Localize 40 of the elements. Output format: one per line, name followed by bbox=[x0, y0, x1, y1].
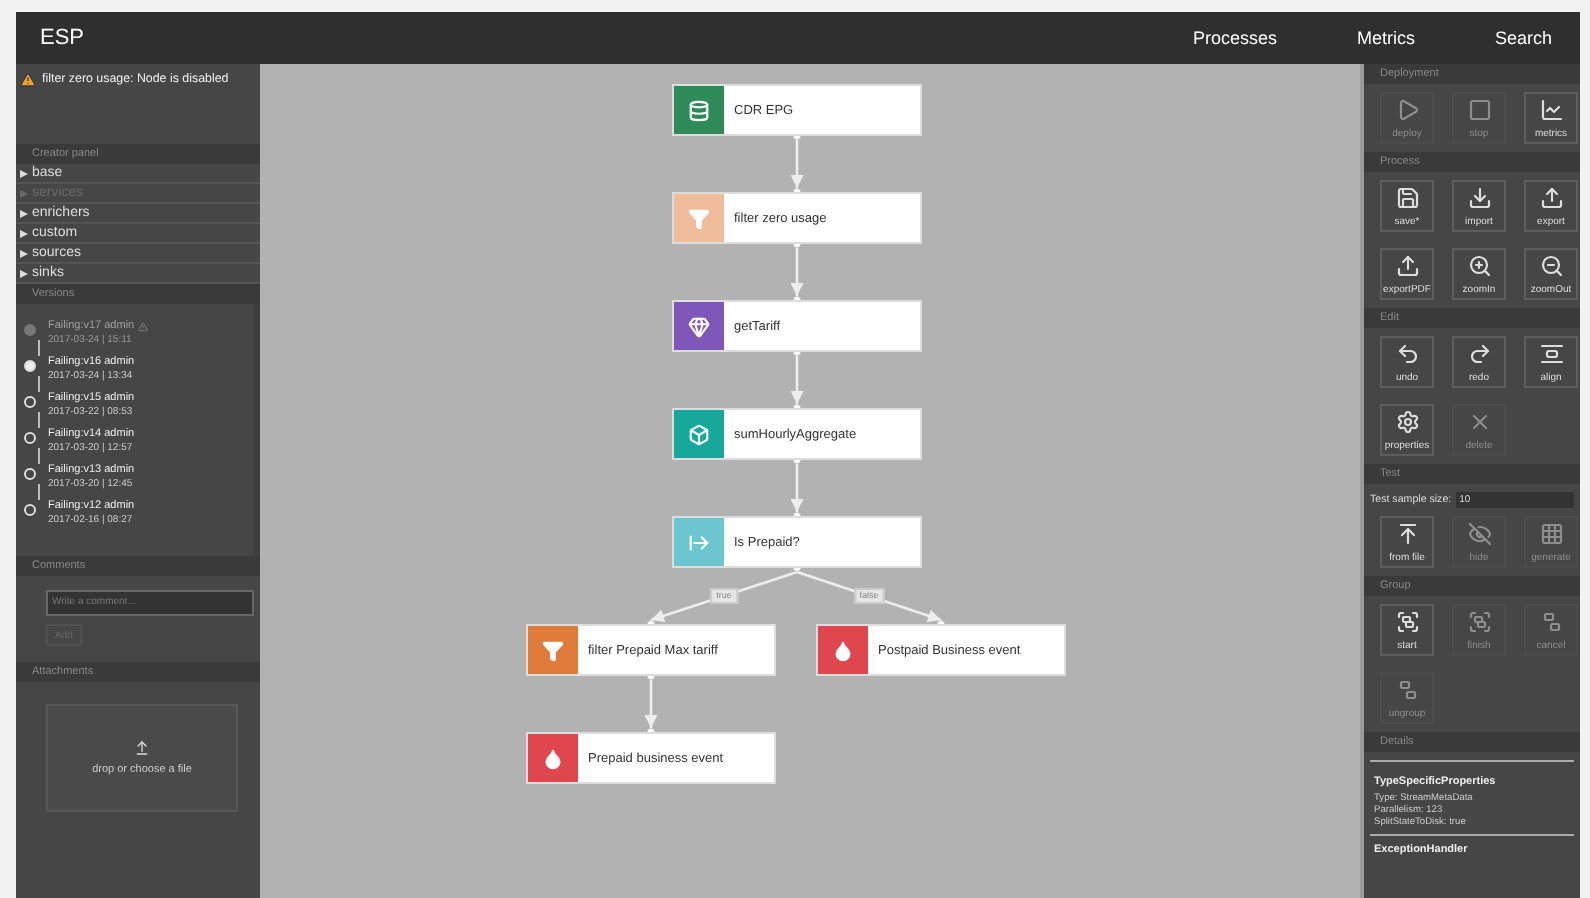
export-icon bbox=[1395, 254, 1419, 278]
undo-icon bbox=[1395, 342, 1419, 366]
droplet-icon bbox=[542, 747, 564, 769]
triangle-icon bbox=[20, 209, 28, 217]
redo-icon bbox=[1467, 342, 1491, 366]
filter-icon bbox=[688, 207, 710, 229]
import-icon bbox=[1467, 186, 1491, 210]
play-icon bbox=[1395, 98, 1419, 122]
eye-off-icon bbox=[1467, 522, 1491, 546]
align-icon bbox=[1539, 342, 1563, 366]
triangle-icon bbox=[20, 249, 28, 257]
group-icon bbox=[1467, 610, 1491, 634]
grid-icon bbox=[1539, 522, 1563, 546]
app-title: ESP bbox=[40, 26, 87, 50]
triangle-icon bbox=[20, 189, 28, 197]
ungroup-icon bbox=[1395, 678, 1419, 702]
upload-icon bbox=[1395, 522, 1419, 546]
gem-icon bbox=[688, 315, 710, 337]
nav-link[interactable]: Processes bbox=[1192, 28, 1277, 48]
settings-icon bbox=[1395, 410, 1419, 434]
upload-icon bbox=[134, 740, 150, 756]
database-icon bbox=[688, 99, 710, 121]
ungroup-icon bbox=[1539, 610, 1563, 634]
close-icon bbox=[1467, 410, 1491, 434]
chart-icon bbox=[1539, 98, 1563, 122]
triangle-icon bbox=[20, 169, 28, 177]
save-icon bbox=[1395, 186, 1419, 210]
stop-icon bbox=[1467, 98, 1491, 122]
cube-icon bbox=[688, 423, 710, 445]
split-icon bbox=[688, 531, 710, 553]
nav-link[interactable]: Search bbox=[1494, 28, 1552, 48]
filter-icon bbox=[542, 639, 564, 661]
export-icon bbox=[1539, 186, 1563, 210]
droplet-icon bbox=[832, 639, 854, 661]
group-icon bbox=[1395, 610, 1419, 634]
nav-link[interactable]: Metrics bbox=[1356, 28, 1415, 48]
zoom-out-icon bbox=[1539, 254, 1563, 278]
triangle-icon bbox=[20, 229, 28, 237]
zoom-in-icon bbox=[1467, 254, 1491, 278]
triangle-icon bbox=[20, 269, 28, 277]
